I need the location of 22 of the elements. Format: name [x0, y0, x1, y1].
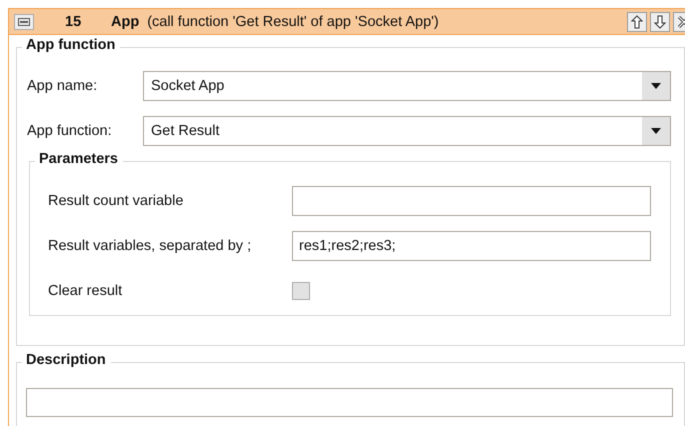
- collapse-icon: [18, 18, 30, 26]
- dropdown-arrow-icon: [651, 83, 661, 89]
- dropdown-arrow-icon: [651, 128, 661, 134]
- input-field[interactable]: [292, 186, 651, 216]
- field-label: Result variables, separated by ;: [48, 238, 252, 254]
- dropdown[interactable]: Get Result: [143, 116, 671, 146]
- group-title: Description: [22, 352, 111, 368]
- dropdown[interactable]: Socket App: [143, 71, 671, 101]
- collapse-button[interactable]: [14, 14, 34, 30]
- description-field[interactable]: [26, 388, 673, 417]
- step-type: App: [111, 14, 140, 30]
- field-label: App name:: [27, 78, 98, 94]
- step-summary: (call function 'Get Result' of app 'Socket App'): [147, 14, 439, 30]
- input-field[interactable]: res1;res2;res3;: [292, 231, 651, 261]
- move-down-button[interactable]: [650, 12, 670, 32]
- field-label: Result count variable: [48, 193, 184, 209]
- field-label: Clear result: [48, 283, 124, 299]
- move-up-button[interactable]: [627, 12, 647, 32]
- step-number: 15: [65, 14, 82, 30]
- group-title: App function: [22, 37, 120, 53]
- checkbox[interactable]: [292, 282, 310, 300]
- field-label: App function:: [27, 123, 113, 139]
